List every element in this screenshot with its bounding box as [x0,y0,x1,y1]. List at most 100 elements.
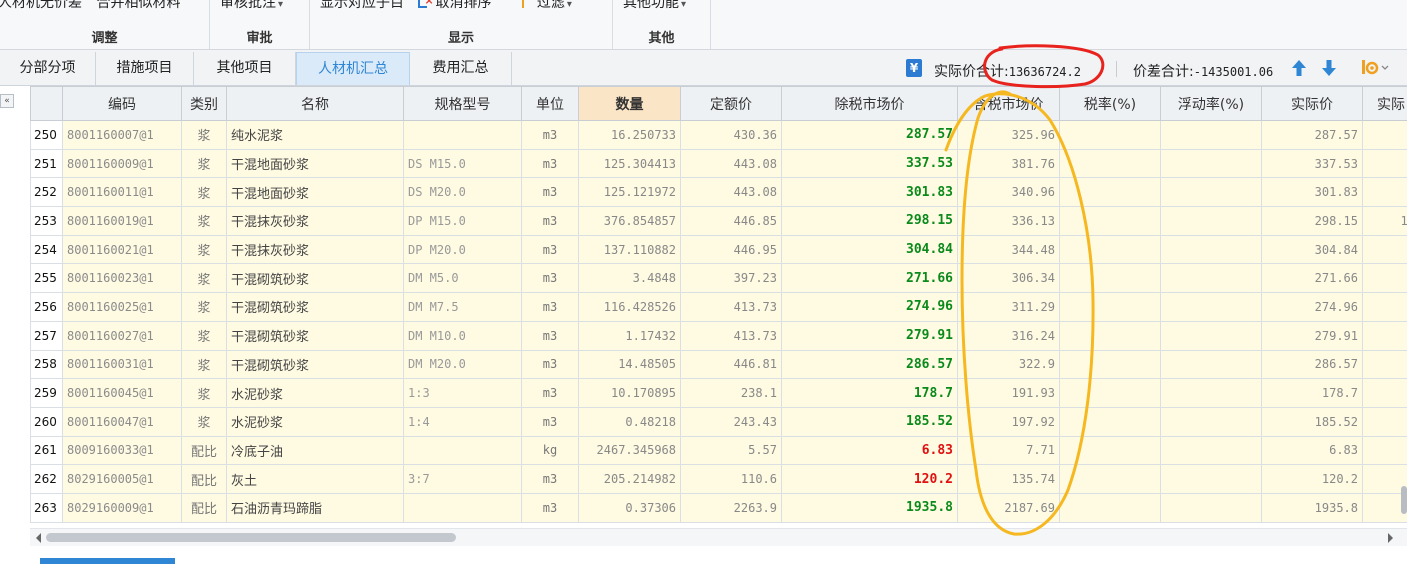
cell-code[interactable]: 8001160023@1 [62,263,182,294]
cell-unit[interactable]: kg [521,435,579,466]
cell-name[interactable]: 干混砌筑砂浆 [226,320,404,351]
cell-market-price-ex-tax[interactable]: 279.91 [781,320,958,351]
col-header-float-rate[interactable]: 浮动率(%) [1160,86,1262,121]
table-row[interactable]: 263 8029160009@1 配比 石油沥青玛蹄脂 m3 0.37306 2263.9 1… [30,492,1407,523]
cell-tax-rate[interactable] [1059,406,1161,437]
cell-spec[interactable]: DS M15.0 [403,148,522,179]
cell-quantity[interactable]: 125.304413 [578,148,681,179]
cell-tax-rate[interactable] [1059,292,1161,322]
collapse-icon[interactable]: « [0,94,14,108]
cell-name[interactable]: 纯水泥浆 [226,120,404,150]
review-annotation-button[interactable]: 审核批注 ▾ [220,0,283,12]
cell-quota-price[interactable]: 430.36 [680,120,782,150]
filter-button[interactable]: 过滤 ▾ [521,0,572,12]
cell-quantity[interactable]: 137.110882 [578,234,681,265]
cell-actual-more[interactable]: 4 [1362,234,1407,265]
col-header-tax-rate[interactable]: 税率(%) [1059,86,1161,121]
no-price-diff-button[interactable]: 人材机无价差 [0,0,82,12]
cell-market-price-inc-tax[interactable]: 197.92 [957,406,1060,437]
table-row[interactable]: 258 8001160031@1 浆干混砌筑砂浆 DM M20.0 m3 14.48505… [30,349,1407,380]
cell-float-rate[interactable] [1160,464,1262,494]
cell-spec[interactable]: DP M20.0 [403,234,522,265]
cell-market-price-inc-tax[interactable]: 306.34 [957,263,1060,294]
cell-name[interactable]: 干混抹灰砂浆 [226,234,404,265]
row-number[interactable]: 260 [30,406,63,437]
cell-quantity[interactable]: 2467.345968 [578,435,681,466]
cell-quota-price[interactable]: 2263.9 [680,492,782,523]
cell-tax-rate[interactable] [1059,177,1161,208]
cell-quota-price[interactable]: 446.85 [680,206,782,236]
cell-unit[interactable]: m3 [521,206,579,236]
cell-spec[interactable]: DM M10.0 [403,320,522,351]
cell-unit[interactable]: m3 [521,234,579,265]
col-header-category[interactable]: 类别 [181,86,227,121]
cell-quota-price[interactable]: 397.23 [680,263,782,294]
cell-name[interactable]: 灰土 [226,464,404,494]
cell-market-price-inc-tax[interactable]: 344.48 [957,234,1060,265]
cell-category[interactable]: 浆 [181,120,227,150]
cell-quota-price[interactable]: 110.6 [680,464,782,494]
table-row[interactable]: 255 8001160023@1 浆干混砌筑砂浆 DM M5.0 m3 3.4848 397… [30,263,1407,294]
cell-name[interactable]: 干混抹灰砂浆 [226,206,404,236]
cell-quantity[interactable]: 16.250733 [578,120,681,150]
table-row[interactable]: 259 8001160045@1 浆水泥砂浆 1:3 m3 10.170895 238.1 1… [30,378,1407,408]
cell-quota-price[interactable]: 243.43 [680,406,782,437]
cell-float-rate[interactable] [1160,234,1262,265]
cell-actual-price[interactable]: 301.83 [1261,177,1363,208]
cell-market-price-ex-tax[interactable]: 298.15 [781,206,958,236]
cell-spec[interactable]: 1:4 [403,406,522,437]
cell-category[interactable]: 配比 [181,435,227,466]
cell-actual-price[interactable]: 185.52 [1261,406,1363,437]
cell-float-rate[interactable] [1160,492,1262,523]
cell-name[interactable]: 水泥砂浆 [226,406,404,437]
cell-market-price-inc-tax[interactable]: 336.13 [957,206,1060,236]
cell-actual-more[interactable] [1362,120,1407,150]
cell-market-price-inc-tax[interactable]: 2187.69 [957,492,1060,523]
cell-actual-more[interactable]: 3 [1362,292,1407,322]
settings-icon[interactable] [1360,57,1390,79]
cancel-sort-button[interactable]: 取消排序 [418,0,491,12]
cell-quantity[interactable]: 10.170895 [578,378,681,408]
cell-name[interactable]: 干混砌筑砂浆 [226,292,404,322]
row-number[interactable]: 257 [30,320,63,351]
cell-category[interactable]: 浆 [181,206,227,236]
cell-market-price-inc-tax[interactable]: 7.71 [957,435,1060,466]
cell-actual-price[interactable]: 178.7 [1261,378,1363,408]
scroll-left-icon[interactable] [36,533,41,543]
cell-actual-price[interactable]: 304.84 [1261,234,1363,265]
cell-code[interactable]: 8001160011@1 [62,177,182,208]
col-header-quota-price[interactable]: 定额价 [680,86,782,121]
cell-actual-more[interactable]: 3 [1362,177,1407,208]
cell-unit[interactable]: m3 [521,263,579,294]
arrow-down-icon[interactable] [1320,58,1338,78]
cell-category[interactable]: 浆 [181,263,227,294]
other-functions-button[interactable]: 其他功能 ▾ [623,0,686,12]
cell-quantity[interactable]: 0.37306 [578,492,681,523]
cell-unit[interactable]: m3 [521,406,579,437]
cell-actual-price[interactable]: 279.91 [1261,320,1363,351]
cell-name[interactable]: 干混地面砂浆 [226,148,404,179]
cell-tax-rate[interactable] [1059,378,1161,408]
cell-quantity[interactable]: 1.17432 [578,320,681,351]
cell-market-price-ex-tax[interactable]: 301.83 [781,177,958,208]
cell-name[interactable]: 干混地面砂浆 [226,177,404,208]
cell-quantity[interactable]: 116.428526 [578,292,681,322]
tab-labor-material-summary[interactable]: 人材机汇总 [296,52,410,85]
row-number[interactable]: 250 [30,120,63,150]
cell-market-price-inc-tax[interactable]: 191.93 [957,378,1060,408]
row-number[interactable]: 256 [30,292,63,322]
cell-market-price-inc-tax[interactable]: 381.76 [957,148,1060,179]
cell-market-price-inc-tax[interactable]: 135.74 [957,464,1060,494]
cell-float-rate[interactable] [1160,320,1262,351]
cell-tax-rate[interactable] [1059,120,1161,150]
cell-actual-price[interactable]: 120.2 [1261,464,1363,494]
cell-quantity[interactable]: 376.854857 [578,206,681,236]
cell-category[interactable]: 浆 [181,177,227,208]
cell-spec[interactable]: DP M15.0 [403,206,522,236]
cell-code[interactable]: 8001160009@1 [62,148,182,179]
row-number[interactable]: 251 [30,148,63,179]
row-number[interactable]: 255 [30,263,63,294]
cell-actual-price[interactable]: 6.83 [1261,435,1363,466]
row-number[interactable]: 253 [30,206,63,236]
table-row[interactable]: 252 8001160011@1 浆干混地面砂浆 DS M20.0 m3 125.1219… [30,177,1407,208]
